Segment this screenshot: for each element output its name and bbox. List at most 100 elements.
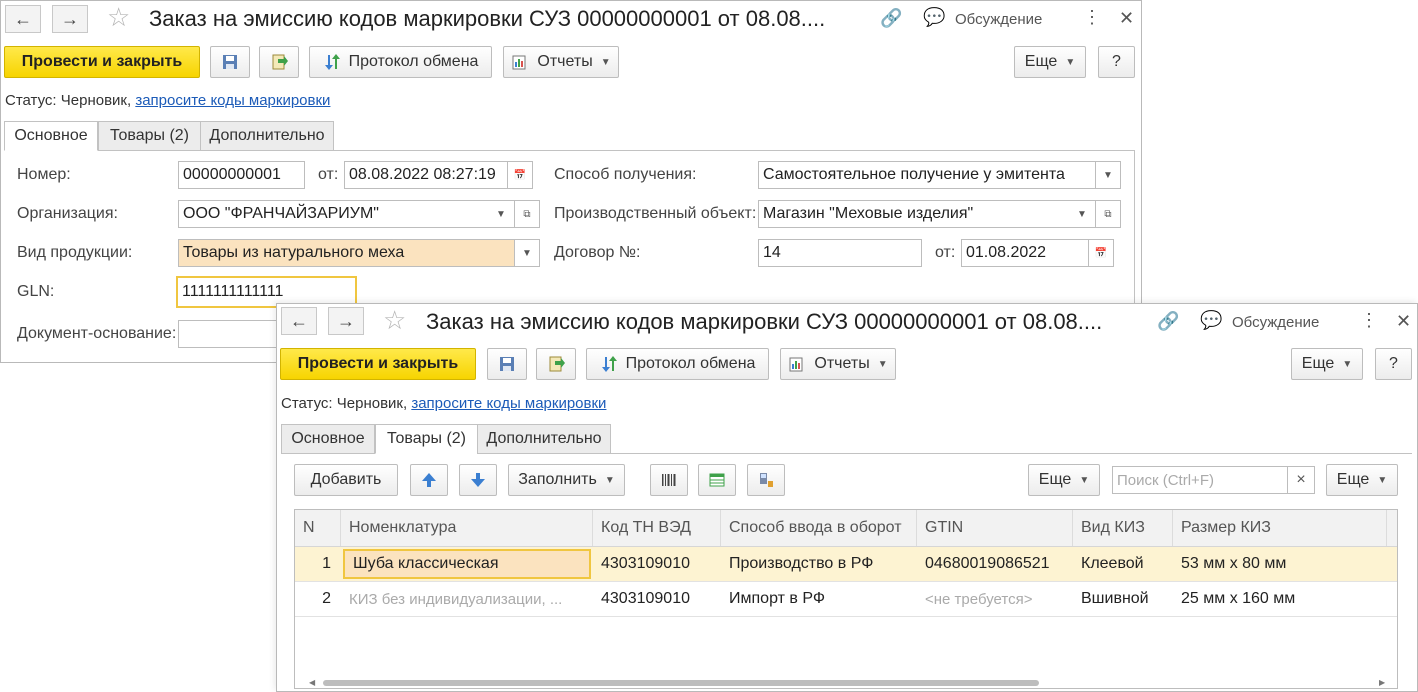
clear-search-icon[interactable]: × — [1287, 466, 1315, 494]
table-header: N Номенклатура Код ТН ВЭД Способ ввода в… — [295, 510, 1397, 547]
post-document-button[interactable] — [259, 46, 299, 78]
column-header-gtin[interactable]: GTIN — [917, 510, 1073, 546]
save-button[interactable] — [487, 348, 527, 380]
tab-goods[interactable]: Товары (2) — [98, 121, 201, 151]
help-button[interactable]: ? — [1375, 348, 1412, 380]
forward-arrow-icon[interactable]: → — [328, 307, 364, 335]
discussion-icon[interactable]: 💬 — [1200, 310, 1222, 331]
receipt-method-label: Способ получения: — [554, 166, 697, 183]
discussion-label[interactable]: Обсуждение — [955, 11, 1042, 28]
chevron-down-icon: ▼ — [1377, 474, 1388, 486]
floppy-disk-icon — [498, 355, 516, 373]
number-field[interactable]: 00000000001 — [178, 161, 305, 189]
receipt-method-field[interactable]: Самостоятельное получение у эмитента — [758, 161, 1121, 189]
column-header-tnved[interactable]: Код ТН ВЭД — [593, 510, 721, 546]
cell-kiz-size: 53 мм х 80 мм — [1181, 555, 1287, 572]
move-down-button[interactable] — [459, 464, 497, 496]
horizontal-scrollbar[interactable] — [323, 680, 1039, 686]
chevron-down-icon[interactable]: ▼ — [514, 239, 540, 267]
link-icon[interactable]: 🔗 — [880, 8, 902, 29]
help-button[interactable]: ? — [1098, 46, 1135, 78]
open-icon[interactable]: ⧉ — [1095, 200, 1121, 228]
move-up-button[interactable] — [410, 464, 448, 496]
reports-button[interactable]: Отчеты ▼ — [780, 348, 896, 380]
tab-additional[interactable]: Дополнительно — [477, 424, 611, 454]
base-document-field[interactable] — [178, 320, 288, 348]
search-input[interactable]: Поиск (Ctrl+F) — [1112, 466, 1288, 494]
scroll-right-icon[interactable]: ▶ — [1379, 678, 1385, 687]
back-arrow-icon[interactable]: ← — [281, 307, 317, 335]
cell-nomenclature[interactable]: Шуба классическая — [343, 549, 591, 579]
calendar-icon[interactable]: 📅 — [1088, 239, 1114, 267]
cell-tnved: 4303109010 — [601, 590, 690, 607]
contract-number-field[interactable]: 14 — [758, 239, 922, 267]
chevron-down-icon[interactable]: ▼ — [1069, 200, 1096, 228]
cell-kiz-type: Клеевой — [1081, 555, 1144, 572]
cell-method: Производство в РФ — [729, 555, 874, 572]
barcode-button[interactable] — [650, 464, 688, 496]
chevron-down-icon[interactable]: ▼ — [488, 200, 515, 228]
request-codes-link[interactable]: запросите коды маркировки — [135, 92, 330, 109]
link-icon[interactable]: 🔗 — [1157, 311, 1179, 332]
production-object-field[interactable]: Магазин "Меховые изделия" — [758, 200, 1095, 228]
scanner-button[interactable] — [747, 464, 785, 496]
tab-main[interactable]: Основное — [281, 424, 375, 454]
table-fill-button[interactable] — [698, 464, 736, 496]
column-header-method[interactable]: Способ ввода в оборот — [721, 510, 917, 546]
favorite-star-icon[interactable]: ☆ — [383, 305, 406, 336]
back-arrow-icon[interactable]: ← — [5, 5, 41, 33]
request-codes-link[interactable]: запросите коды маркировки — [411, 395, 606, 412]
window-title: Заказ на эмиссию кодов маркировки СУЗ 00… — [149, 6, 826, 31]
forward-arrow-icon[interactable]: → — [52, 5, 88, 33]
product-type-field[interactable]: Товары из натурального меха — [178, 239, 540, 267]
fill-button[interactable]: Заполнить ▼ — [508, 464, 625, 496]
more-vertical-icon[interactable]: ⋮ — [1360, 310, 1378, 331]
contract-date-field[interactable]: 01.08.2022 — [961, 239, 1089, 267]
table-row[interactable]: 1 Шуба классическая 4303109010 Производс… — [295, 547, 1397, 581]
scroll-left-icon[interactable]: ◀ — [309, 678, 315, 687]
cell-tnved: 4303109010 — [601, 555, 690, 572]
more-label-2: Еще — [1336, 471, 1370, 488]
column-header-kiz-type[interactable]: Вид КИЗ — [1073, 510, 1173, 546]
post-close-button[interactable]: Провести и закрыть — [280, 348, 476, 380]
post-close-button[interactable]: Провести и закрыть — [4, 46, 200, 78]
close-icon[interactable]: ✕ — [1119, 8, 1134, 29]
close-icon[interactable]: ✕ — [1396, 311, 1411, 332]
chevron-down-icon: ▼ — [604, 474, 615, 486]
chevron-down-icon[interactable]: ▼ — [1095, 161, 1121, 189]
status-value: Черновик, — [60, 92, 132, 109]
goods-table: N Номенклатура Код ТН ВЭД Способ ввода в… — [294, 509, 1398, 689]
chevron-down-icon: ▼ — [600, 56, 611, 68]
tab-panel-border — [611, 453, 1412, 454]
table-row[interactable]: 2 КИЗ без индивидуализации, ... 43031090… — [295, 582, 1397, 616]
status-value: Черновик, — [336, 395, 408, 412]
date-field[interactable]: 08.08.2022 08:27:19 — [344, 161, 508, 189]
favorite-star-icon[interactable]: ☆ — [107, 2, 130, 33]
date-from-label: от: — [318, 166, 339, 183]
reports-button[interactable]: Отчеты ▼ — [503, 46, 619, 78]
discussion-label[interactable]: Обсуждение — [1232, 314, 1319, 331]
cell-kiz-size: 25 мм х 160 мм — [1181, 590, 1296, 607]
tab-main[interactable]: Основное — [4, 121, 98, 151]
column-header-kiz-size[interactable]: Размер КИЗ — [1173, 510, 1387, 546]
tab-additional[interactable]: Дополнительно — [200, 121, 334, 151]
post-document-button[interactable] — [536, 348, 576, 380]
calendar-icon[interactable]: 📅 — [507, 161, 533, 189]
column-header-nomenclature[interactable]: Номенклатура — [341, 510, 593, 546]
more-button-2[interactable]: Еще ▼ — [1326, 464, 1398, 496]
add-button[interactable]: Добавить — [294, 464, 398, 496]
more-vertical-icon[interactable]: ⋮ — [1083, 7, 1101, 28]
discussion-icon[interactable]: 💬 — [923, 7, 945, 28]
grid-more-button[interactable]: Еще ▼ — [1028, 464, 1100, 496]
exchange-protocol-button[interactable]: Протокол обмена — [586, 348, 769, 380]
column-header-n[interactable]: N — [295, 510, 341, 546]
floppy-disk-icon — [221, 53, 239, 71]
more-button[interactable]: Еще ▼ — [1014, 46, 1086, 78]
exchange-protocol-button[interactable]: Протокол обмена — [309, 46, 492, 78]
organization-field[interactable]: ООО "ФРАНЧАЙЗАРИУМ" — [178, 200, 515, 228]
more-button[interactable]: Еще ▼ — [1291, 348, 1363, 380]
save-button[interactable] — [210, 46, 250, 78]
tab-goods[interactable]: Товары (2) — [375, 424, 478, 454]
open-icon[interactable]: ⧉ — [514, 200, 540, 228]
number-label: Номер: — [17, 166, 71, 183]
